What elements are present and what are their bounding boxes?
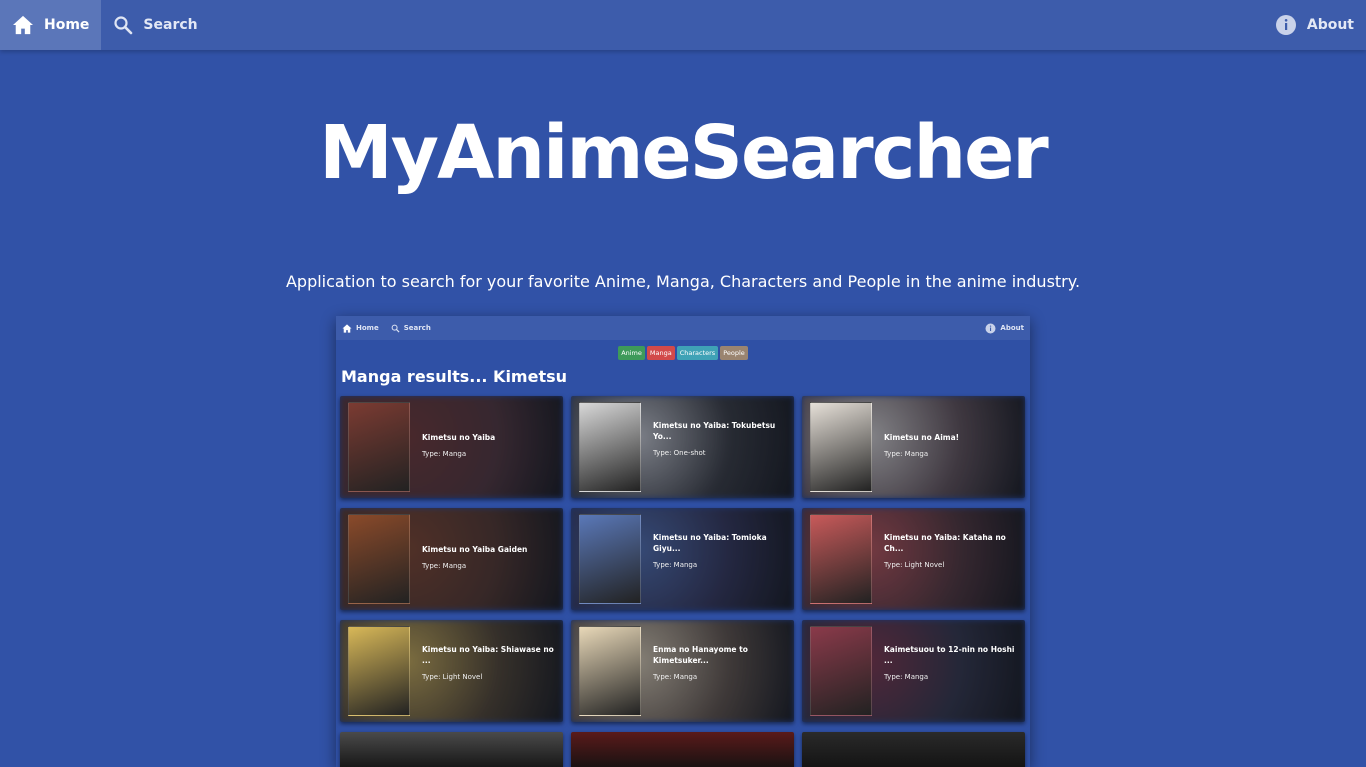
manga-cover-image [810,402,872,492]
card-text: Kimetsu no Aima! Type: Manga [884,432,1018,458]
card-type: Type: Manga [653,561,698,569]
app-logo: MyAnimeSearcher [319,110,1049,196]
card-text: Kimetsu no Yaiba Gaiden Type: Manga [422,544,556,570]
info-icon [1275,15,1296,35]
preview-nav-home-label: Home [356,324,379,332]
preview-category-tabs: Anime Manga Characters People [336,346,1030,360]
manga-cover-image [810,626,872,716]
card-text: Enma no Hanayome to Kimetsuker... Type: M… [653,644,787,681]
preview-nav: Home Search About [336,316,1030,340]
preview-nav-search-label: Search [403,324,431,332]
card-type: Type: Manga [422,562,467,570]
card-type: Type: Manga [653,673,698,681]
top-nav: Home Search About [0,0,1366,50]
card-title: Kimetsu no Yaiba: Kataha no Ch... [884,533,1006,553]
card-title: Kimetsu no Yaiba: Tomioka Giyu... [653,533,767,553]
result-card: Kimetsu no Aima! Type: Manga [802,396,1025,498]
card-text: Kimetsu no Yaiba: Tomioka Giyu... Type: M… [653,532,787,569]
nav-home-label: Home [44,17,90,33]
card-type: Type: Light Novel [422,673,483,681]
preview-tab-people: People [720,346,748,360]
card-text: Kimetsu no Yaiba: Kataha no Ch... Type: L… [884,532,1018,569]
result-card: Kimetsu no Yaiba: Kataha no Ch... Type: L… [802,508,1025,610]
nav-search-label: Search [143,17,198,33]
result-card: Enma no Hanayome to Kimetsuker... Type: M… [571,620,794,722]
result-card: Kimetsu no Yaiba: Tokubetsu Yo... Type: O… [571,396,794,498]
manga-cover-image [579,626,641,716]
card-title: Kimetsu no Aima! [884,433,960,442]
result-card-partial [340,732,563,767]
card-title: Kimetsu no Yaiba: Shiawase no ... [422,645,554,665]
preview-nav-home: Home [342,323,379,333]
result-card: Kimetsu no Yaiba Type: Manga [340,396,563,498]
preview-results-grid: Kimetsu no Yaiba Type: Manga Kimetsu no Ya… [340,396,1025,722]
preview-tab-manga: Manga [646,346,675,360]
result-card: Kaimetsuou to 12-nin no Hoshi ... Type: M… [802,620,1025,722]
home-icon [342,323,352,333]
result-card-partial [802,732,1025,767]
result-card: Kimetsu no Yaiba: Tomioka Giyu... Type: M… [571,508,794,610]
search-icon [114,16,133,35]
card-title: Kaimetsuou to 12-nin no Hoshi ... [884,645,1015,665]
nav-about[interactable]: About [1263,0,1366,50]
card-title: Kimetsu no Yaiba: Tokubetsu Yo... [653,421,776,441]
card-text: Kimetsu no Yaiba: Tokubetsu Yo... Type: O… [653,420,787,457]
preview-tab-anime: Anime [618,346,645,360]
card-text: Kaimetsuou to 12-nin no Hoshi ... Type: M… [884,644,1018,681]
nav-home[interactable]: Home [0,0,102,50]
preview-nav-about: About [985,323,1024,334]
preview-nav-about-label: About [1000,324,1024,332]
manga-cover-image [579,514,641,604]
nav-search[interactable]: Search [101,0,209,50]
card-text: Kimetsu no Yaiba: Shiawase no ... Type: L… [422,644,556,681]
manga-cover-image [348,402,410,492]
search-icon [391,324,400,333]
result-card: Kimetsu no Yaiba Gaiden Type: Manga [340,508,563,610]
manga-cover-image [579,402,641,492]
result-card: Kimetsu no Yaiba: Shiawase no ... Type: L… [340,620,563,722]
card-text: Kimetsu no Yaiba Type: Manga [422,432,556,458]
info-icon [985,323,996,333]
manga-cover-image [348,626,410,716]
card-type: Type: Manga [884,450,929,458]
card-title: Kimetsu no Yaiba Gaiden [422,545,528,554]
result-card-partial [571,732,794,767]
card-type: Type: Manga [422,450,467,458]
app-subtitle: Application to search for your favorite … [285,272,1081,291]
preview-results-heading: Manga results... Kimetsu [341,367,568,386]
preview-tab-characters: Characters [676,346,719,360]
preview-screenshot: Home Search About Anime Manga Characters… [336,316,1030,767]
card-type: Type: Manga [884,673,929,681]
card-type: Type: Light Novel [884,561,945,569]
card-type: Type: One-shot [653,449,706,457]
nav-about-label: About [1306,17,1354,33]
preview-partial-row [340,732,1025,767]
card-title: Kimetsu no Yaiba [422,433,496,442]
manga-cover-image [810,514,872,604]
manga-cover-image [348,514,410,604]
card-title: Enma no Hanayome to Kimetsuker... [653,645,748,665]
preview-nav-search: Search [391,324,431,333]
home-icon [13,15,33,35]
